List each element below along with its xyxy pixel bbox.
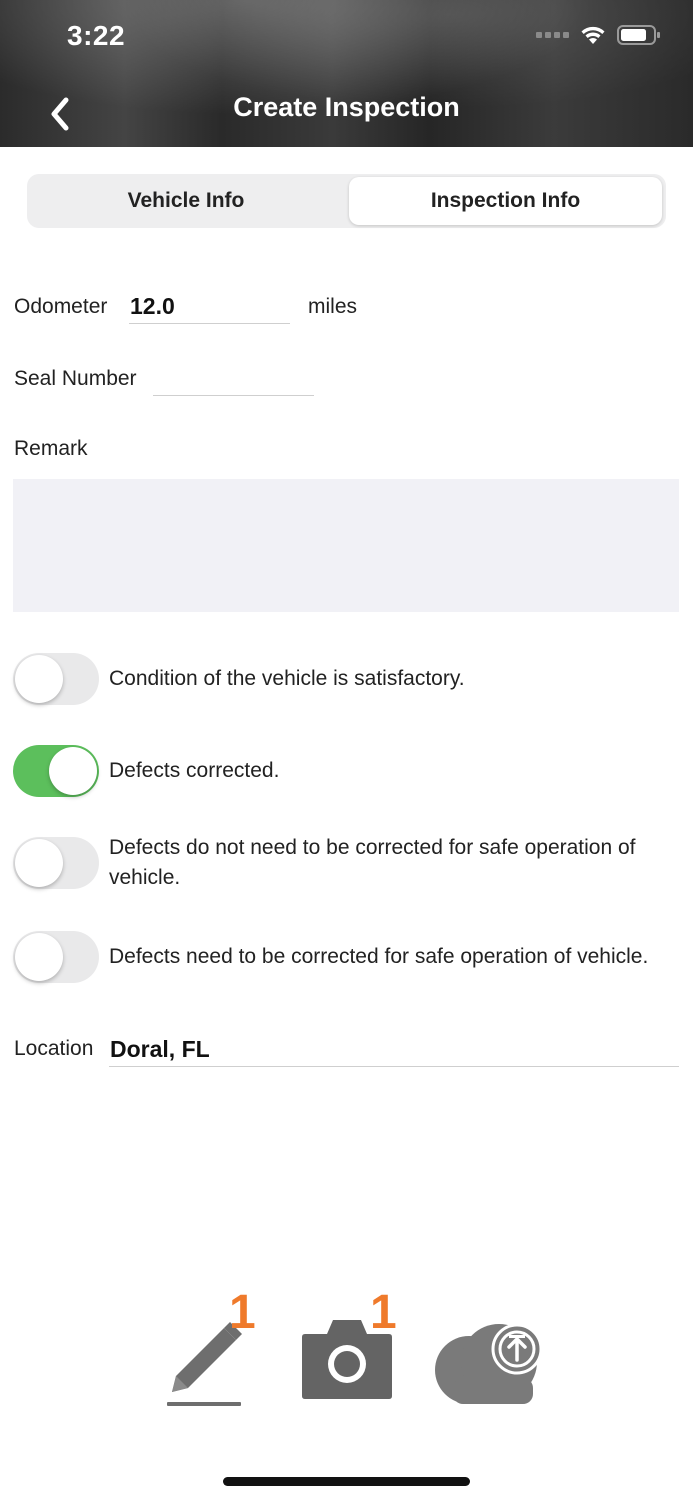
- toggle-defects-not-needed-label: Defects do not need to be corrected for …: [109, 836, 636, 889]
- navigation-header: 3:22 Create Inspection: [0, 0, 693, 147]
- location-underline: [109, 1066, 679, 1067]
- toggle-defects-not-needed[interactable]: [13, 837, 99, 889]
- toggle-satisfactory[interactable]: [13, 653, 99, 705]
- wifi-icon: [581, 26, 605, 44]
- odometer-input[interactable]: 12.0: [130, 293, 175, 320]
- remark-label: Remark: [14, 437, 88, 460]
- signature-count-badge: 1: [229, 1286, 256, 1339]
- toggle-knob: [15, 655, 63, 703]
- tab-vehicle-info[interactable]: Vehicle Info: [30, 177, 342, 225]
- location-input[interactable]: Doral, FL: [110, 1036, 210, 1063]
- tab-segment-control: Vehicle Info Inspection Info: [27, 174, 666, 228]
- toggle-knob: [15, 839, 63, 887]
- toggle-defects-needed[interactable]: [13, 931, 99, 983]
- odometer-underline: [129, 323, 290, 324]
- signal-icon: [536, 32, 569, 38]
- location-label: Location: [14, 1037, 94, 1060]
- seal-number-underline: [153, 395, 314, 396]
- upload-button[interactable]: [433, 1318, 543, 1408]
- toggle-defects-corrected[interactable]: [13, 745, 99, 797]
- status-icons: [536, 24, 661, 46]
- remark-textarea[interactable]: [13, 479, 679, 612]
- tab-inspection-info[interactable]: Inspection Info: [349, 177, 662, 225]
- toggle-satisfactory-label: Condition of the vehicle is satisfactory…: [109, 667, 465, 690]
- cloud-upload-icon: [435, 1323, 543, 1404]
- home-indicator: [223, 1477, 470, 1486]
- toggle-knob: [49, 747, 97, 795]
- toggle-defects-corrected-label: Defects corrected.: [109, 759, 280, 782]
- battery-icon: [617, 25, 660, 45]
- odometer-label: Odometer: [14, 295, 108, 318]
- status-time: 3:22: [67, 20, 126, 51]
- seal-number-input[interactable]: [155, 365, 313, 395]
- seal-number-label: Seal Number: [14, 367, 137, 390]
- toggle-knob: [15, 933, 63, 981]
- odometer-unit: miles: [308, 295, 358, 318]
- photo-count-badge: 1: [370, 1286, 397, 1339]
- toggle-defects-needed-label: Defects need to be corrected for safe op…: [109, 945, 649, 968]
- page-title: Create Inspection: [233, 92, 460, 122]
